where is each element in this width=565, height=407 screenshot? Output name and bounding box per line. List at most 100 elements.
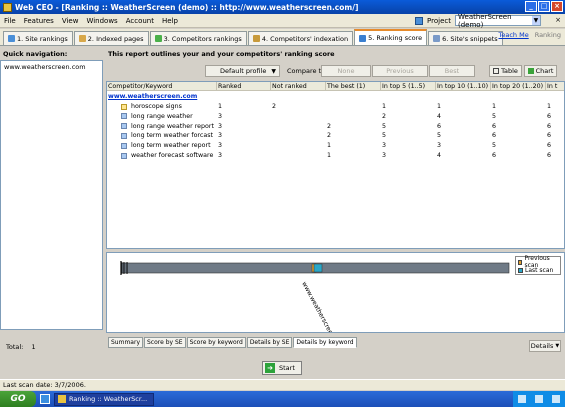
start-button[interactable]: ➜ Start: [262, 361, 302, 375]
column-header[interactable]: Not ranked: [271, 82, 326, 92]
chevron-down-icon: ▼: [271, 67, 276, 75]
tab-sites-snippets[interactable]: 6. Site's snippets: [428, 31, 503, 45]
table-view-button[interactable]: Table: [489, 65, 522, 77]
table-cell: [271, 112, 326, 121]
tab-indexed-pages[interactable]: 2. Indexed pages: [73, 31, 149, 45]
report-heading: This report outlines your and your compe…: [108, 50, 335, 58]
table-cell: 1: [547, 103, 552, 110]
table-row[interactable]: long term weather report 3 1 3 3 5 6: [107, 141, 564, 150]
table-cell: 6: [547, 112, 552, 120]
keyword-icon: [121, 152, 127, 159]
tab-label: 5. Ranking score: [368, 34, 423, 42]
task-label: Ranking :: WeatherScr...: [69, 395, 148, 403]
table-row[interactable]: weather forecast software 3 1 3 4 6 6: [107, 151, 564, 160]
table-cell: 3: [218, 112, 223, 120]
start-menu-button[interactable]: GO: [0, 391, 36, 407]
table-cell: [271, 151, 326, 160]
tab-label: 6. Site's snippets: [442, 34, 498, 43]
table-cell: 1: [492, 103, 497, 110]
table-row[interactable]: horoscope signs 1 2 1 1 1 1: [107, 102, 564, 111]
details-button[interactable]: Details ▼: [529, 340, 561, 352]
table-cell: 2: [382, 112, 387, 120]
chart-view-button[interactable]: Chart: [524, 65, 557, 77]
tab-competitors-rankings[interactable]: 3. Competitors rankings: [149, 31, 247, 45]
subtab-details-by-se[interactable]: Details by SE: [246, 337, 293, 348]
subtab-summary[interactable]: Summary: [108, 337, 143, 348]
subtab-score-by-se[interactable]: Score by SE: [144, 337, 186, 348]
table-cell: 5: [437, 132, 442, 140]
keyword-icon: [121, 132, 127, 139]
column-header[interactable]: In t: [546, 82, 564, 91]
minimize-button[interactable]: _: [525, 1, 537, 12]
menu-help[interactable]: Help: [158, 17, 182, 25]
maximize-button[interactable]: □: [538, 1, 550, 12]
legend-item: Previous scan: [518, 255, 558, 269]
table-cell: 3: [218, 132, 223, 140]
column-header[interactable]: In top 10 (1..10): [436, 82, 491, 92]
table-cell: 4: [437, 152, 442, 159]
keyword-cell: long term weather forcast: [131, 132, 213, 140]
table-cell: 6: [492, 152, 497, 159]
tray-icon[interactable]: [517, 395, 526, 403]
list-item[interactable]: www.weatherscreen.com: [4, 63, 99, 71]
table-row[interactable]: long range weather 3 2 4 5 6: [107, 112, 564, 121]
tray-icon[interactable]: [552, 395, 561, 403]
table-cell: 3: [437, 142, 442, 150]
column-header[interactable]: Ranked: [217, 82, 271, 92]
compare-best-button[interactable]: Best: [429, 65, 475, 77]
table-row[interactable]: long range weather report 3 2 5 6 6 6: [107, 122, 564, 131]
mdi-close-icon[interactable]: ×: [555, 16, 561, 24]
project-value: WeatherScreen (demo): [458, 12, 512, 29]
table-cell: 6: [547, 132, 552, 140]
column-header[interactable]: Competitor/Keyword: [107, 82, 217, 92]
site-link[interactable]: www.weatherscreen.com: [107, 92, 267, 101]
project-select[interactable]: WeatherScreen (demo) ▼: [455, 12, 541, 29]
menu-view[interactable]: View: [58, 17, 83, 25]
column-header[interactable]: The best (1): [326, 82, 381, 92]
column-header[interactable]: In top 20 (1..20): [491, 82, 546, 92]
start-label: Start: [279, 364, 295, 372]
table-cell: 1: [327, 152, 332, 159]
table-cell: [271, 131, 326, 140]
tray-icon[interactable]: [534, 395, 543, 403]
competitors-indexation-icon: [252, 35, 260, 42]
tab-label: 4. Competitors' indexation: [261, 34, 349, 43]
menu-features[interactable]: Features: [20, 17, 58, 25]
table-row[interactable]: long term weather forcast 3 2 5 5 6 6: [107, 131, 564, 140]
ranking-score-icon: [359, 34, 367, 42]
menu-account[interactable]: Account: [122, 17, 158, 25]
site-row[interactable]: www.weatherscreen.com: [107, 92, 564, 101]
table-cell: 1: [437, 103, 442, 110]
quicklaunch-icon[interactable]: [40, 394, 50, 404]
tab-competitors-indexation[interactable]: 4. Competitors' indexation: [247, 31, 354, 45]
report-controls: Default profile ▼ Compare to: None Previ…: [106, 62, 565, 80]
taskbar-task[interactable]: Ranking :: WeatherScr...: [54, 392, 154, 406]
profile-select[interactable]: Default profile ▼: [205, 65, 280, 77]
table-cell: 6: [547, 142, 552, 150]
quick-navigation-list: www.weatherscreen.com: [0, 60, 103, 330]
tab-site-rankings[interactable]: 1. Site rankings: [3, 31, 73, 45]
compare-previous-button[interactable]: Previous: [372, 65, 428, 77]
keyword-cell: long range weather: [131, 112, 193, 120]
keyword-cell: horoscope signs: [131, 103, 182, 110]
menu-bar: File Features View Windows Account Help …: [0, 12, 565, 29]
subtab-score-by-keyword[interactable]: Score by keyword: [186, 337, 246, 348]
menu-windows[interactable]: Windows: [82, 17, 121, 25]
table-cell: [326, 102, 381, 111]
compare-none-button[interactable]: None: [321, 65, 371, 77]
tab-ranking-score[interactable]: 5. Ranking score: [354, 29, 428, 45]
total-label: Total:: [6, 343, 24, 351]
chevron-down-icon: ▼: [555, 343, 560, 349]
table-cell: 3: [382, 152, 387, 159]
menu-file[interactable]: File: [0, 17, 20, 25]
indexed-pages-icon: [78, 35, 86, 42]
close-button[interactable]: ×: [551, 1, 563, 12]
teach-me-link[interactable]: Teach Me: [498, 31, 528, 39]
total-value: 1: [31, 343, 36, 351]
subtab-details-by-keyword[interactable]: Details by keyword: [293, 337, 357, 348]
taskbar: GO Ranking :: WeatherScr...: [0, 391, 565, 407]
legend-swatch: [518, 259, 523, 265]
table-cell: 6: [492, 122, 497, 130]
column-header[interactable]: In top 5 (1..5): [381, 82, 436, 92]
app-icon: [58, 395, 66, 403]
